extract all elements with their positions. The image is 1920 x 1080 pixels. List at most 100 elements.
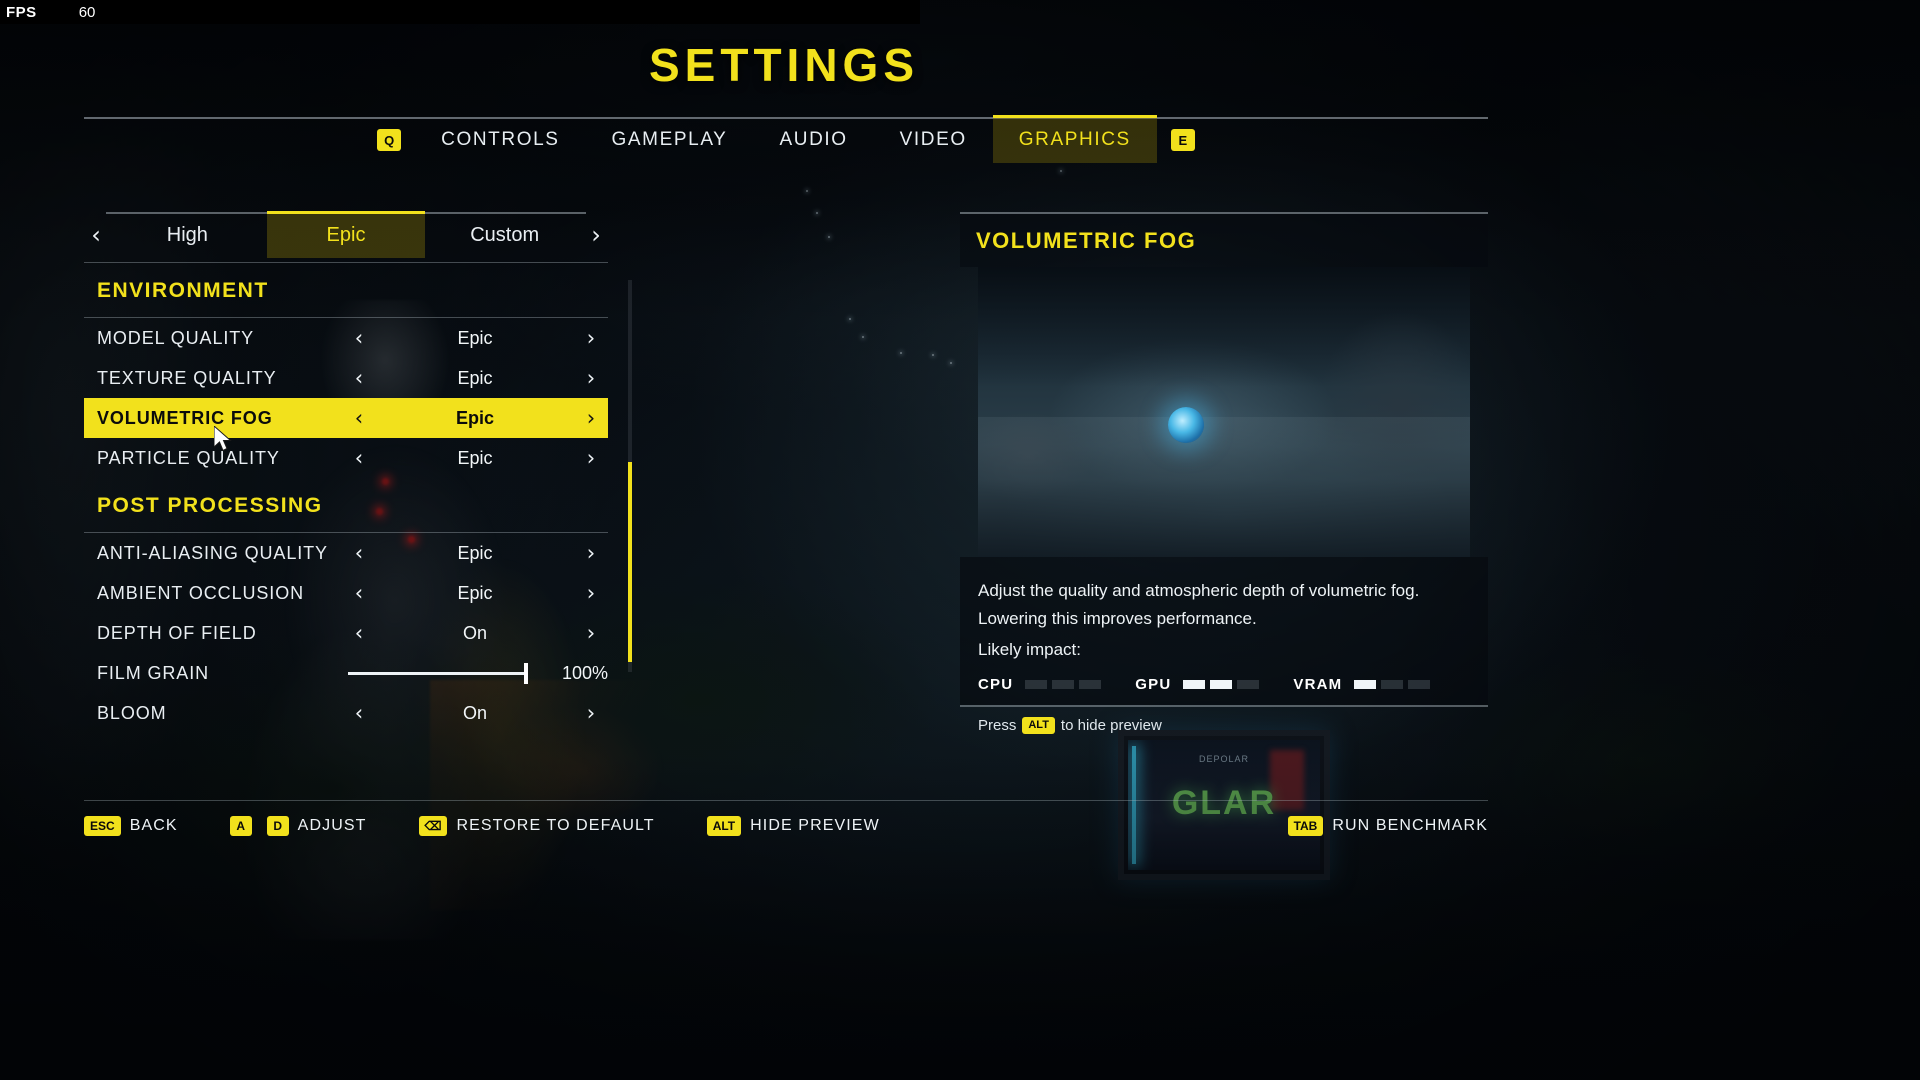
option-row-texture-quality[interactable]: TEXTURE QUALITY ‹ Epic › [84,358,608,398]
increase-arrow-icon[interactable]: › [574,406,608,430]
option-row-volumetric-fog[interactable]: VOLUMETRIC FOG ‹ Epic › [84,398,608,438]
impact-segment [1079,680,1102,690]
option-value: Epic [457,582,493,603]
action-hide-preview[interactable]: ALT HIDE PREVIEW [706,816,880,836]
action-adjust[interactable]: A D ADJUST [229,816,367,836]
option-row-depth-of-field[interactable]: DEPTH OF FIELD ‹ On › [84,613,608,653]
film-grain-slider-knob[interactable] [524,662,528,684]
action-bar: ESC BACK A D ADJUST ⌫ RESTORE TO DEFAULT… [84,806,1488,846]
increase-arrow-icon[interactable]: › [574,701,608,725]
preset-high-label: High [166,223,208,246]
option-row-bloom[interactable]: BLOOM ‹ On › [84,693,608,732]
option-control: ‹ Epic › [342,541,608,565]
preview-hint-suffix: to hide preview [1060,717,1162,735]
action-run-benchmark-label: RUN BENCHMARK [1332,817,1488,834]
impact-gpu-bars [1183,680,1260,690]
option-value: Epic [457,447,493,468]
option-row-film-grain[interactable]: FILM GRAIN 100% [84,653,608,693]
impact-segment [1237,680,1260,690]
key-tab: TAB [1287,816,1324,836]
options-scrollbar-track[interactable] [628,280,632,672]
action-back-label: BACK [129,817,178,834]
impact-vram: VRAM [1293,676,1431,694]
tab-bar: Q CONTROLS GAMEPLAY AUDIO VIDEO GRAPHICS… [84,115,1488,163]
tab-video[interactable]: VIDEO [874,117,993,163]
option-label: DEPTH OF FIELD [97,622,257,643]
impact-segment [1183,680,1206,690]
tab-audio-label: AUDIO [779,129,848,150]
option-row-ambient-occlusion[interactable]: AMBIENT OCCLUSION ‹ Epic › [84,573,608,613]
settings-options-list[interactable]: ENVIRONMENT MODEL QUALITY ‹ Epic › TEXTU… [84,262,608,732]
decrease-arrow-icon[interactable]: ‹ [342,366,376,390]
option-control: ‹ Epic › [342,581,608,605]
decrease-arrow-icon[interactable]: ‹ [342,446,376,470]
action-adjust-label: ADJUST [297,817,367,834]
option-row-anti-aliasing-quality[interactable]: ANTI-ALIASING QUALITY ‹ Epic › [84,533,608,573]
decrease-arrow-icon[interactable]: ‹ [342,621,376,645]
decrease-arrow-icon[interactable]: ‹ [342,581,376,605]
option-value: Epic [457,542,493,563]
preset-selector-container: ‹ High Epic Custom › [84,211,608,258]
key-d: D [266,816,289,836]
option-value: Epic [455,407,494,428]
option-control: ‹ Epic › [342,406,608,430]
tab-list: Q CONTROLS GAMEPLAY AUDIO VIDEO GRAPHICS… [84,115,1488,163]
preview-description: Adjust the quality and atmospheric depth… [978,581,1420,628]
option-label: MODEL QUALITY [97,327,255,348]
action-hide-preview-label: HIDE PREVIEW [750,817,880,834]
option-control: ‹ Epic › [342,326,608,350]
preview-description-block: Adjust the quality and atmospheric depth… [960,557,1488,661]
option-label: PARTICLE QUALITY [97,447,280,468]
tab-prev-key[interactable]: Q [377,129,402,151]
action-restore-to-default[interactable]: ⌫ RESTORE TO DEFAULT [418,816,655,836]
decrease-arrow-icon[interactable]: ‹ [342,701,376,725]
increase-arrow-icon[interactable]: › [574,366,608,390]
decrease-arrow-icon[interactable]: ‹ [342,326,376,350]
fps-counter: FPS 60 [0,0,920,24]
preset-prev-arrow-icon[interactable]: ‹ [84,212,108,258]
options-scrollbar-thumb[interactable] [628,462,632,662]
tab-controls[interactable]: CONTROLS [415,117,585,163]
action-back[interactable]: ESC BACK [84,816,178,836]
impact-meters: CPU GPU VRAM [960,660,1488,706]
tab-gameplay[interactable]: GAMEPLAY [586,117,754,163]
option-control: ‹ On › [342,621,608,645]
option-row-model-quality[interactable]: MODEL QUALITY ‹ Epic › [84,318,608,358]
impact-segment [1354,680,1377,690]
preview-title: VOLUMETRIC FOG [960,214,1488,267]
option-control: 100% [342,662,608,684]
impact-vram-label: VRAM [1293,676,1343,694]
increase-arrow-icon[interactable]: › [574,446,608,470]
impact-vram-bars [1354,680,1431,690]
preset-next-arrow-icon[interactable]: › [584,212,608,258]
tab-next-key[interactable]: E [1170,129,1195,151]
fps-label: FPS [6,3,37,21]
impact-segment [1408,680,1431,690]
option-label: BLOOM [97,702,167,723]
decrease-arrow-icon[interactable]: ‹ [342,406,376,430]
preset-custom[interactable]: Custom [425,212,584,258]
impact-segment [1025,680,1048,690]
preview-hint-key[interactable]: ALT [1022,717,1055,735]
key-alt: ALT [706,816,742,836]
key-a: A [229,816,252,836]
page-title: SETTINGS [648,39,920,91]
film-grain-slider[interactable] [348,662,528,684]
preset-high[interactable]: High [108,212,267,258]
increase-arrow-icon[interactable]: › [574,326,608,350]
preview-hint-prefix: Press [978,717,1017,735]
tab-graphics[interactable]: GRAPHICS [992,115,1157,163]
action-run-benchmark[interactable]: TAB RUN BENCHMARK [1287,816,1488,836]
increase-arrow-icon[interactable]: › [574,621,608,645]
tab-audio[interactable]: AUDIO [753,117,873,163]
option-value: Epic [457,327,493,348]
option-row-particle-quality[interactable]: PARTICLE QUALITY ‹ Epic › [84,438,608,478]
preview-hide-hint: Press ALT to hide preview [960,707,1488,735]
decrease-arrow-icon[interactable]: ‹ [342,541,376,565]
increase-arrow-icon[interactable]: › [574,581,608,605]
preset-epic[interactable]: Epic [266,211,426,258]
option-value: Epic [457,367,493,388]
increase-arrow-icon[interactable]: › [574,541,608,565]
tab-controls-label: CONTROLS [441,129,560,150]
option-value: On [462,702,487,723]
